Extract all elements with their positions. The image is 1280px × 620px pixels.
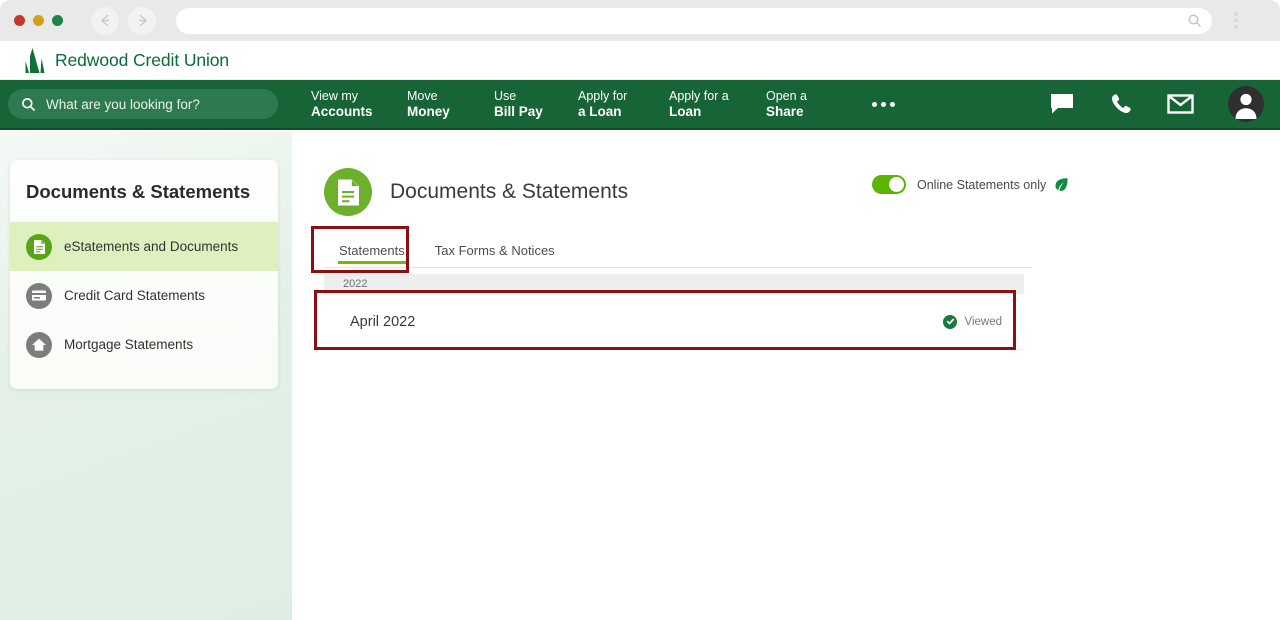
statement-tabs: Statements Tax Forms & Notices [311,226,1032,273]
sidebar-item-mortgage-statements[interactable]: Mortgage Statements [10,320,278,369]
brand-bar: Redwood Credit Union [0,41,1280,80]
online-statements-toggle-label: Online Statements only [917,177,1047,192]
sidebar-card: Documents & Statements eStatements and D… [10,160,278,389]
sidebar-title: Documents & Statements [26,181,251,202]
document-icon [26,233,52,260]
nav-item-line1: View my [311,89,359,103]
site-search-placeholder: What are you looking for? [46,96,200,112]
user-avatar-icon [1235,93,1257,119]
nav-item-line2: Money [407,104,450,119]
site-search-input[interactable]: What are you looking for? [8,89,278,119]
address-bar[interactable] [176,7,1212,34]
nav-item-line1: Apply for [578,89,628,103]
online-statements-toggle-group: Online Statements only [872,175,1069,194]
browser-chrome [0,0,1280,41]
search-icon [1188,14,1201,27]
brand-logo-link[interactable] [20,47,46,74]
nav-item-line2: Bill Pay [494,104,543,119]
back-button[interactable] [91,6,119,35]
primary-navigation: What are you looking for? View my Accoun… [0,80,1280,130]
forward-button[interactable] [128,6,156,35]
messages-button[interactable] [1167,93,1194,115]
leaf-icon [1054,177,1069,192]
nav-item-use-bill-pay[interactable]: Use Bill Pay [494,89,554,119]
browser-navigation [91,6,156,35]
envelope-icon [1167,94,1194,114]
nav-item-line1: Open a [766,89,808,103]
year-group-header: 2022 [324,274,1024,294]
nav-item-line1: Apply for a [669,89,729,103]
statement-status-label: Viewed [964,315,1002,328]
phone-icon [1112,94,1131,113]
close-window-button[interactable] [14,15,25,26]
online-statements-only-toggle[interactable] [872,175,906,194]
maximize-window-button[interactable] [52,15,63,26]
toggle-knob [889,177,904,192]
nav-item-line2: Loan [669,104,702,119]
search-icon [22,97,35,111]
check-circle-icon [943,314,958,329]
nav-item-apply-for-a-loan[interactable]: Apply for a Loan [578,89,645,119]
nav-items: View my Accounts Move Money Use Bill Pay… [311,89,850,119]
sidebar-item-estatements-and-documents[interactable]: eStatements and Documents [10,222,278,271]
ellipsis-icon [872,101,877,107]
nav-item-line2: Accounts [311,104,373,119]
kebab-menu-icon [1234,12,1238,16]
main-content: Documents & Statements Online Statements… [292,132,1280,620]
year-group-label: 2022 [343,278,368,290]
nav-item-open-a-share[interactable]: Open a Share [766,89,826,119]
chat-button[interactable] [1049,92,1075,116]
page-title: Documents & Statements [390,180,629,203]
nav-item-line1: Use [494,89,517,103]
window-traffic-lights [14,15,63,26]
arrow-right-icon [138,14,147,27]
sidebar-item-label: Credit Card Statements [64,288,206,303]
tab-label: Tax Forms & Notices [434,243,555,258]
nav-item-line2: a Loan [578,104,622,119]
nav-utility-icons [1049,86,1264,122]
user-account-button[interactable] [1228,86,1264,122]
minimize-window-button[interactable] [33,15,44,26]
document-icon [324,168,372,216]
chat-bubble-icon [1051,94,1073,114]
tab-tax-forms-and-notices[interactable]: Tax Forms & Notices [420,237,570,267]
more-menu-button[interactable] [864,94,903,115]
nav-item-view-my-accounts[interactable]: View my Accounts [311,89,383,119]
phone-button[interactable] [1109,92,1133,116]
sidebar-item-label: eStatements and Documents [64,239,239,254]
tab-label: Statements [339,243,405,258]
nav-item-line2: Share [766,104,804,119]
statements-list: April 2022 Viewed [314,290,1024,350]
arrow-left-icon [100,14,109,27]
home-icon [26,331,52,358]
credit-card-icon [26,282,52,309]
statement-name: April 2022 [350,313,416,330]
sidebar-item-label: Mortgage Statements [64,337,194,352]
statement-row-april-2022[interactable]: April 2022 Viewed [324,294,1024,350]
tab-statements[interactable]: Statements [324,237,420,267]
nav-item-move-money[interactable]: Move Money [407,89,470,119]
nav-item-apply-for-a-loan-alt[interactable]: Apply for a Loan [669,89,742,119]
sidebar-item-credit-card-statements[interactable]: Credit Card Statements [10,271,278,320]
brand-name: Redwood Credit Union [55,49,230,70]
page-header: Documents & Statements Online Statements… [324,168,1280,216]
statement-status: Viewed [943,314,1002,329]
nav-item-line1: Move [407,89,438,103]
browser-menu-button[interactable] [1226,6,1246,36]
redwood-trees-logo [25,47,45,73]
sidebar: Documents & Statements eStatements and D… [0,132,292,620]
